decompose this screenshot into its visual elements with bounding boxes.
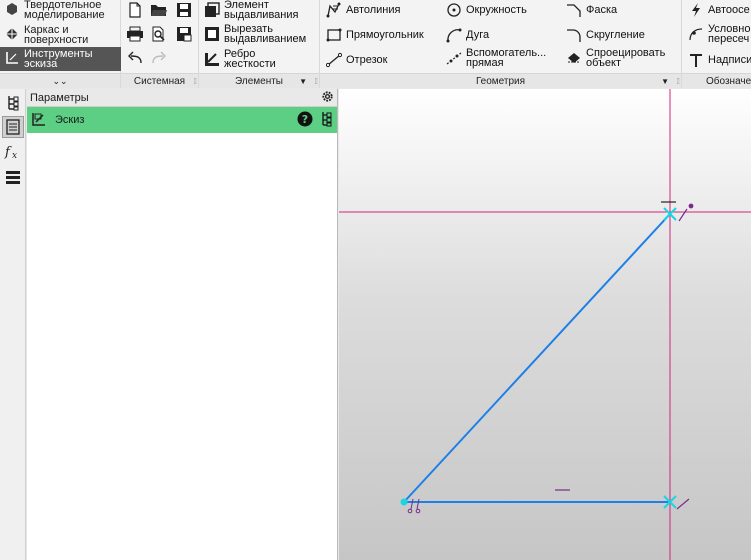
auxiliary-line-icon: [446, 50, 462, 66]
rib-button[interactable]: Ребро жесткости: [204, 49, 276, 70]
rectangle-icon: [326, 27, 342, 43]
polyline-button[interactable]: Автолиния: [326, 2, 400, 18]
sketch-canvas[interactable]: [339, 89, 751, 560]
corner-constraint-icon: [676, 498, 690, 510]
layers-icon[interactable]: [2, 166, 24, 188]
svg-text:?: ?: [302, 113, 308, 126]
lightning-icon: [688, 2, 704, 18]
vertex-constraint-icon: [678, 208, 688, 222]
ribbon: Твердотельное моделирование Каркас и повер…: [0, 0, 751, 88]
segment-icon: [326, 52, 342, 68]
panel-header: Параметры: [27, 89, 337, 107]
more-modes-chevron-icon[interactable]: ⌄⌄: [0, 73, 120, 88]
rib-icon: [204, 51, 220, 67]
fix-constraint-dot-b: [415, 508, 421, 514]
group-geometry: Автолиния Прямоугольник Отрезок Окружнос…: [320, 0, 682, 88]
group-label-geometry: Геометрия ▼ ⁞⁞: [320, 73, 681, 88]
sketch-label: Эскиз: [55, 114, 85, 126]
group-annotation: Автоосе Условно пересеч Надписи Обозначе: [682, 0, 751, 88]
text-t-icon: [688, 52, 704, 68]
chamfer-icon: [566, 2, 582, 18]
fix-constraint-icon: [410, 498, 420, 510]
mode-selector: Твердотельное моделирование Каркас и повер…: [0, 0, 121, 88]
rectangle-button[interactable]: Прямоугольник: [326, 27, 424, 43]
text-label-button[interactable]: Надписи: [688, 52, 751, 68]
open-folder-icon[interactable]: [149, 0, 169, 20]
conditional-intersection-button[interactable]: Условно пересеч: [688, 24, 750, 45]
group-label-annotation: Обозначе: [682, 73, 751, 88]
arc-button[interactable]: Дуга: [446, 27, 489, 43]
sketch-header-bar: Эскиз ?: [27, 107, 337, 133]
panel-title: Параметры: [30, 91, 89, 104]
parameters-panel-icon[interactable]: [2, 116, 24, 138]
save-icon[interactable]: [174, 0, 194, 20]
auxiliary-line-button[interactable]: Вспомогатель... прямая: [446, 48, 546, 69]
svg-text:f: f: [4, 145, 12, 160]
sketch-origin-point[interactable]: [400, 498, 408, 506]
sketch-viewport[interactable]: [339, 89, 751, 560]
cut-extrude-button[interactable]: Вырезать выдавливанием: [204, 24, 306, 45]
project-object-icon: [566, 50, 582, 66]
vertex-constraint-dot: [688, 203, 694, 209]
auto-axis-button[interactable]: Автоосе: [688, 2, 750, 18]
new-document-icon[interactable]: [125, 0, 145, 20]
group-system: Системная ⁞⁞: [121, 0, 199, 88]
fix-constraint-dot-a: [407, 508, 413, 514]
gear-icon[interactable]: [321, 90, 334, 106]
group-elements: Элемент выдавливания Вырезать выдавливание…: [199, 0, 320, 88]
redo-icon[interactable]: [149, 48, 169, 68]
undo-icon[interactable]: [125, 48, 145, 68]
sketch-icon: [31, 111, 47, 130]
circle-icon: [446, 2, 462, 18]
mode-wireframe-surfaces[interactable]: Каркас и поверхности: [0, 23, 121, 47]
svg-text:x: x: [12, 151, 17, 160]
fillet-icon: [566, 27, 582, 43]
mode-solid-modeling[interactable]: Твердотельное моделирование: [0, 0, 121, 22]
variables-fx-icon[interactable]: fx: [2, 141, 24, 163]
fillet-button[interactable]: Скругление: [566, 27, 645, 43]
mode-sketch-tools[interactable]: Инструменты эскиза: [0, 47, 121, 71]
surface-icon: [5, 27, 19, 43]
project-object-button[interactable]: Спроецировать объект: [566, 48, 665, 69]
conditional-intersection-icon: [688, 26, 704, 42]
circle-button[interactable]: Окружность: [446, 2, 527, 18]
parameters-panel: Параметры Эскиз ?: [27, 89, 338, 560]
tree-view-icon[interactable]: [321, 111, 333, 130]
extrude-icon: [204, 2, 220, 18]
group-label-elements: Элементы ▼ ⁞⁞: [199, 73, 319, 88]
sketch-tools-icon: [5, 51, 19, 67]
arc-icon: [446, 27, 462, 43]
model-tree-icon[interactable]: [2, 92, 24, 114]
cut-extrude-icon: [204, 26, 220, 42]
segment-button[interactable]: Отрезок: [326, 52, 387, 68]
sketch-hypotenuse-line[interactable]: [403, 213, 671, 503]
print-icon[interactable]: [125, 24, 145, 44]
chamfer-button[interactable]: Фаска: [566, 2, 617, 18]
help-icon[interactable]: ?: [297, 111, 313, 130]
side-toolbar: fx: [0, 89, 26, 560]
extrude-button[interactable]: Элемент выдавливания: [204, 0, 298, 21]
solid-icon: [5, 2, 19, 18]
group-label-system: Системная ⁞⁞: [121, 73, 198, 88]
preview-icon[interactable]: [149, 24, 169, 44]
save-as-icon[interactable]: [174, 24, 194, 44]
polyline-icon: [326, 2, 342, 18]
